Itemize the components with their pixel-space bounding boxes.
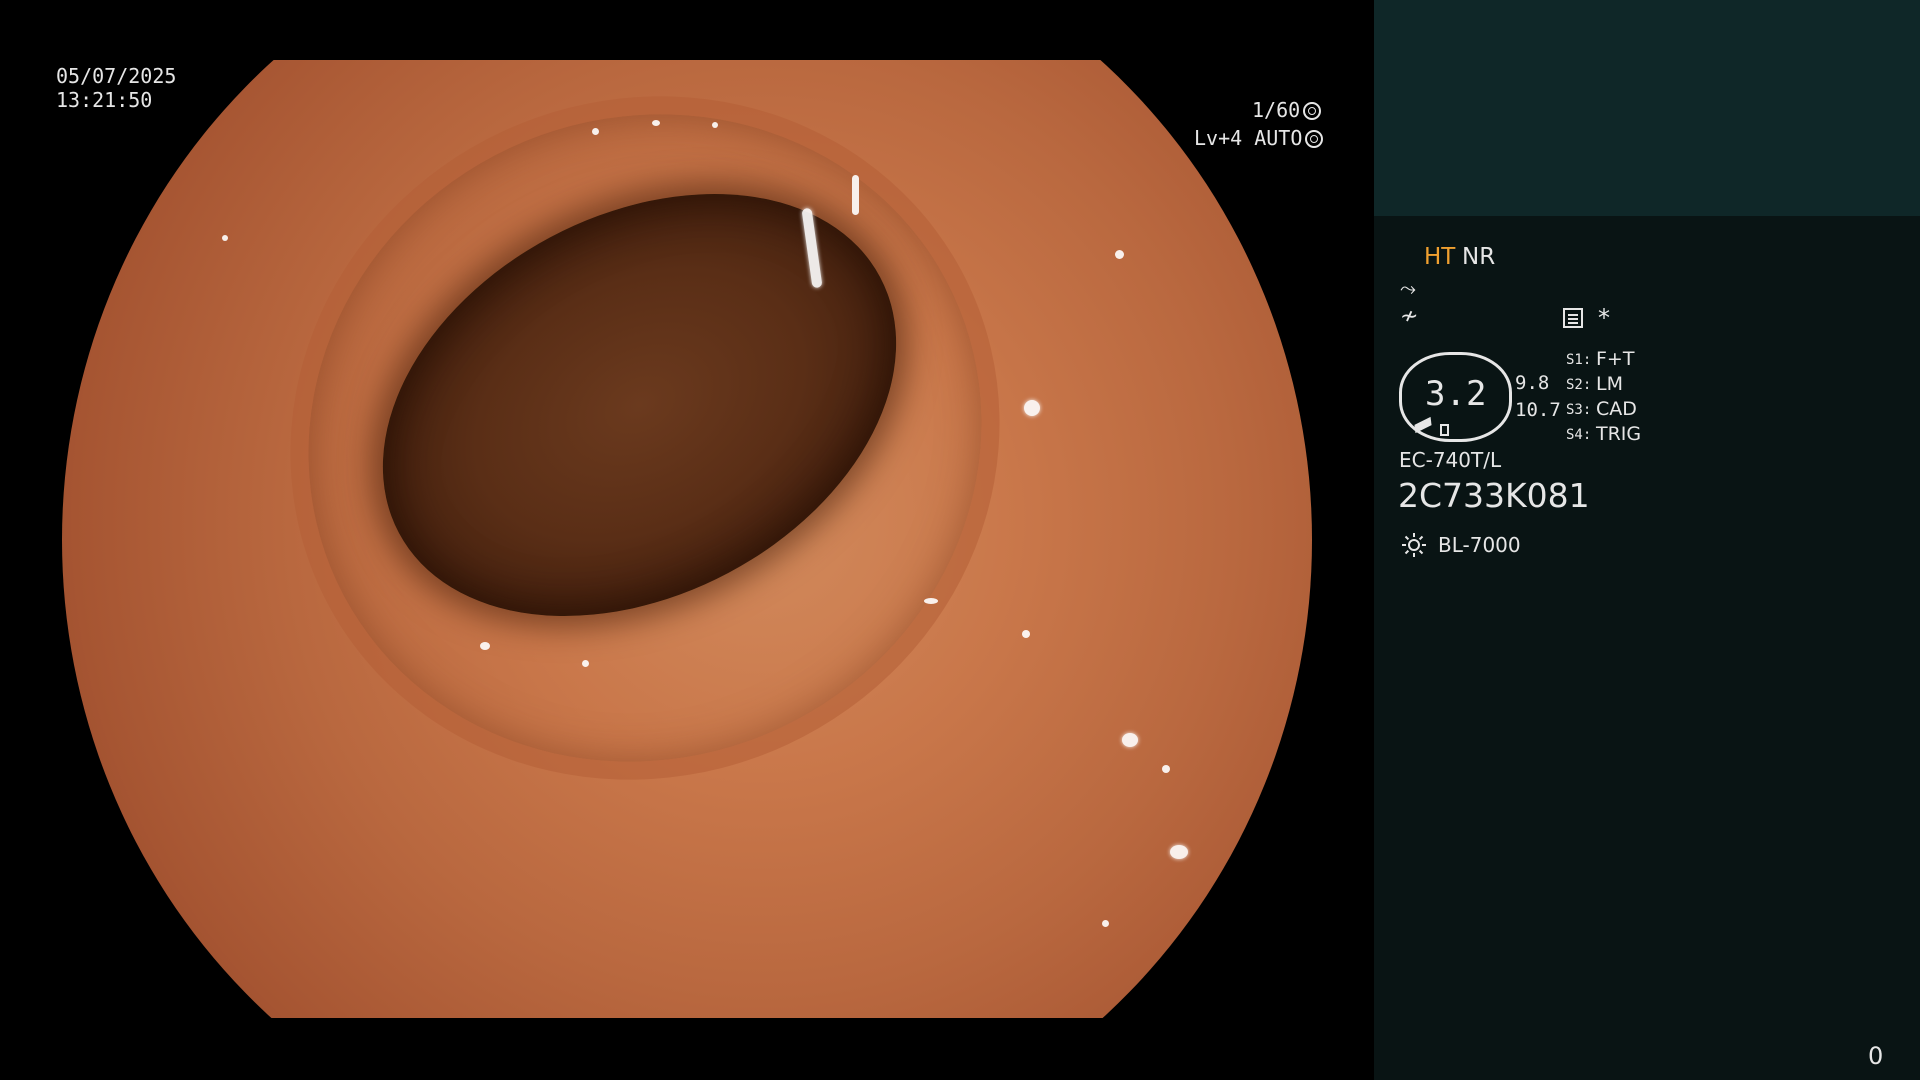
light-reflection: [652, 120, 660, 126]
info-panel: [1374, 216, 1920, 1080]
light-source: BL-7000: [1438, 533, 1521, 557]
light-reflection: [1170, 845, 1188, 859]
enhancement-icon: ⤳: [1400, 276, 1416, 300]
endoscope-view-area: 05/07/2025 13:21:50 1/60 Lv+4 AUTO: [0, 0, 1372, 1080]
structure-icon: ≁: [1400, 304, 1419, 329]
endoscopic-image: [62, 0, 1312, 1018]
switch-value: F+T: [1596, 348, 1635, 370]
shutter-speed: 1/60: [1252, 98, 1322, 122]
light-reflection: [222, 235, 228, 241]
light-reflection: [1024, 400, 1040, 416]
auto-iris-icon: [1305, 130, 1324, 148]
light-reflection: [582, 660, 589, 667]
info-panel-header: [1374, 0, 1920, 216]
asterisk-indicator: *: [1598, 304, 1610, 332]
light-reflection: [1022, 630, 1030, 638]
switch-value: CAD: [1596, 398, 1637, 420]
gauge-value-2: 10.7: [1515, 399, 1561, 421]
box-icon: [1440, 424, 1449, 436]
light-reflection: [924, 598, 938, 604]
lamp-icon: [1402, 533, 1426, 557]
switch-key: S4:: [1566, 427, 1592, 443]
iris-value: 3.2: [1425, 374, 1487, 414]
switch-key: S2:: [1566, 377, 1592, 393]
light-reflection: [592, 128, 599, 135]
light-reflection: [1102, 920, 1109, 927]
time-display: 13:21:50: [56, 88, 153, 112]
menu-icon: [1563, 308, 1583, 328]
date-display: 05/07/2025: [56, 64, 177, 88]
switch-key: S1:: [1566, 352, 1592, 368]
gauge-value-1: 9.8: [1515, 372, 1550, 394]
scope-serial: 2C733K081: [1398, 476, 1590, 515]
light-reflection: [852, 175, 859, 215]
light-reflection: [1122, 733, 1138, 747]
light-reflection: [1162, 765, 1170, 773]
scope-model: EC-740T/L: [1399, 448, 1502, 472]
shutter-icon: [1303, 102, 1322, 120]
ht-label: HT: [1424, 244, 1456, 270]
light-reflection: [1115, 250, 1124, 259]
shutter-value: 1/60: [1252, 98, 1301, 122]
switch-value: LM: [1596, 373, 1623, 395]
switch-value: TRIG: [1596, 423, 1642, 445]
nr-label: NR: [1462, 244, 1496, 270]
light-reflection: [712, 122, 718, 128]
brightness-level: Lv+4 AUTO: [1194, 126, 1324, 150]
image-counter: 0: [1868, 1042, 1884, 1070]
switch-key: S3:: [1566, 402, 1592, 418]
level-value: Lv+4 AUTO: [1194, 126, 1303, 150]
light-reflection: [480, 642, 490, 650]
